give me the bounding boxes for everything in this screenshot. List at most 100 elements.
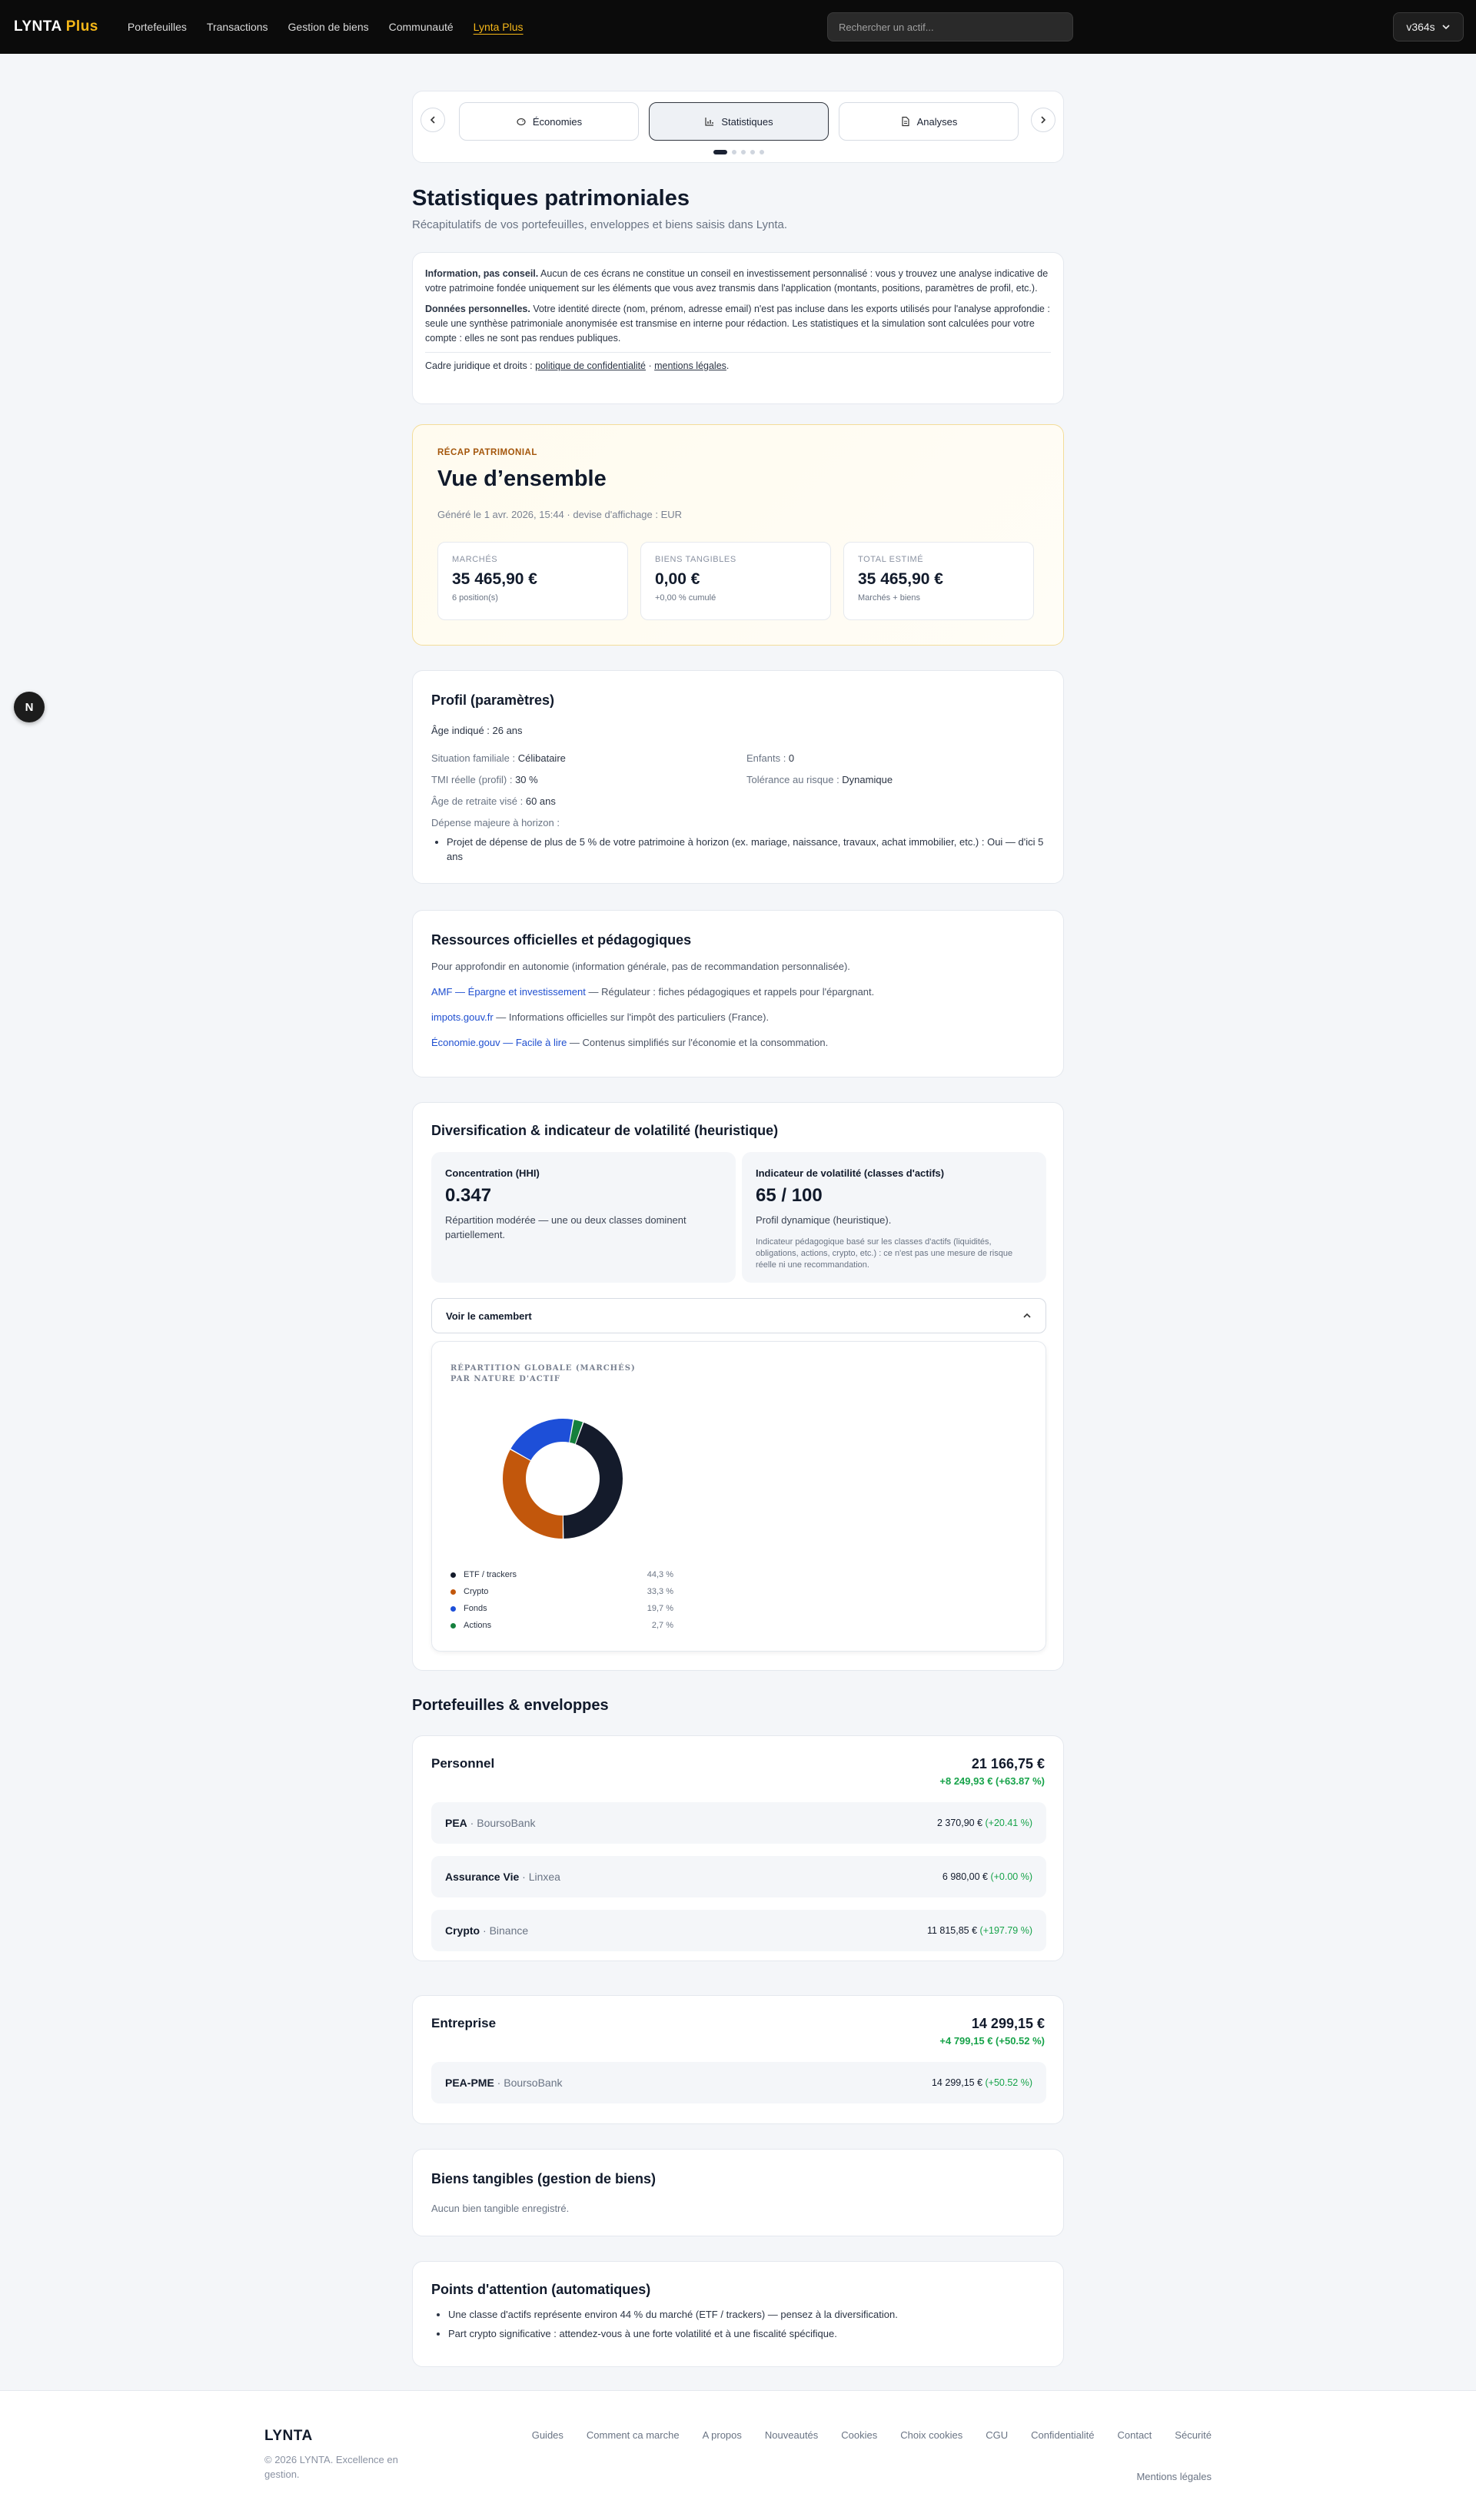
pie-chart-panel: RÉPARTITION GLOBALE (MARCHÉS) PAR NATURE… bbox=[431, 1341, 1046, 1652]
footer-link[interactable]: Confidentialité bbox=[1031, 2429, 1094, 2441]
kpi-marches: MARCHÉS 35 465,90 € 6 position(s) bbox=[437, 542, 628, 620]
footer-link[interactable]: CGU bbox=[986, 2429, 1008, 2441]
kpi-row: MARCHÉS 35 465,90 € 6 position(s) BIENS … bbox=[437, 542, 1034, 620]
carousel-dot[interactable] bbox=[732, 150, 736, 154]
nav-link-portefeuilles[interactable]: Portefeuilles bbox=[128, 21, 187, 33]
profile-title: Profil (paramètres) bbox=[431, 692, 555, 708]
economie-link[interactable]: Économie.gouv — Facile à lire bbox=[431, 1037, 567, 1048]
account-row-pea[interactable]: PEA · BoursoBank 2 370,90 € (+20.41 %) bbox=[431, 1802, 1046, 1844]
profile-tolerance: Tolérance au risque : Dynamique bbox=[746, 774, 893, 785]
chevron-down-icon bbox=[1442, 25, 1450, 30]
profile-retraite: Âge de retraite visé : 60 ans bbox=[431, 795, 556, 807]
diversification-card: Diversification & indicateur de volatili… bbox=[412, 1102, 1064, 1671]
footer-link[interactable]: Guides bbox=[532, 2429, 563, 2441]
carousel-next-button[interactable] bbox=[1031, 108, 1055, 132]
account-row-assurance-vie[interactable]: Assurance Vie · Linxea 6 980,00 € (+0.00… bbox=[431, 1856, 1046, 1897]
floating-n-badge[interactable]: N bbox=[14, 692, 45, 722]
legend-item: Crypto 33,3 % bbox=[450, 1583, 673, 1600]
pie-accordion-toggle[interactable]: Voir le camembert bbox=[431, 1298, 1046, 1333]
attention-item: Part crypto significative : attendez-vou… bbox=[448, 2328, 1045, 2339]
legend-swatch bbox=[450, 1572, 456, 1578]
piggy-bank-icon bbox=[517, 118, 526, 126]
group-gain: +4 799,15 € (+50.52 %) bbox=[939, 2035, 1045, 2047]
footer-link[interactable]: Nouveautés bbox=[765, 2429, 818, 2441]
group-total: 21 166,75 € bbox=[971, 1756, 1045, 1771]
footer-logo[interactable]: LYNTA bbox=[264, 2428, 313, 2445]
chart-title: RÉPARTITION GLOBALE (MARCHÉS) PAR NATURE… bbox=[450, 1364, 636, 1383]
bar-chart-icon bbox=[705, 118, 714, 126]
attention-points-card: Points d'attention (automatiques) Une cl… bbox=[412, 2261, 1064, 2367]
attention-title: Points d'attention (automatiques) bbox=[431, 2282, 651, 2297]
legal-links: Cadre juridique et droits : politique de… bbox=[425, 360, 730, 371]
legend-item: ETF / trackers 44,3 % bbox=[450, 1566, 673, 1583]
carousel-dots bbox=[413, 150, 1065, 154]
page-subtitle: Récapitulatifs de vos portefeuilles, env… bbox=[412, 218, 788, 231]
nav-link-gestion-biens[interactable]: Gestion de biens bbox=[288, 21, 369, 33]
account-row-crypto[interactable]: Crypto · Binance 11 815,85 € (+197.79 %) bbox=[431, 1910, 1046, 1951]
portfolio-group-personnel: Personnel 21 166,75 € +8 249,93 € (+63.8… bbox=[412, 1735, 1064, 1961]
recap-card: RÉCAP PATRIMONIAL Vue d’ensemble Généré … bbox=[412, 424, 1064, 646]
tab-analyses[interactable]: Analyses bbox=[839, 102, 1019, 141]
resource-amf: AMF — Épargne et investissement — Régula… bbox=[431, 986, 875, 998]
nav-link-transactions[interactable]: Transactions bbox=[207, 21, 268, 33]
impots-link[interactable]: impots.gouv.fr bbox=[431, 1011, 494, 1023]
legal-notice-link[interactable]: mentions légales bbox=[654, 360, 726, 371]
tab-carousel: Économies Statistiques Analyses bbox=[412, 91, 1064, 163]
profile-depense: Dépense majeure à horizon : Projet de dé… bbox=[431, 817, 1046, 864]
carousel-dot[interactable] bbox=[713, 150, 727, 154]
legend-item: Actions 2,7 % bbox=[450, 1617, 673, 1634]
tangible-empty: Aucun bien tangible enregistré. bbox=[431, 2203, 570, 2214]
footer: LYNTA © 2026 LYNTA. Excellence en gestio… bbox=[0, 2390, 1476, 2520]
nav-links: Portefeuilles Transactions Gestion de bi… bbox=[128, 21, 524, 33]
footer-link[interactable]: Cookies bbox=[841, 2429, 877, 2441]
disclaimer-advice: Information, pas conseil. Aucun de ces é… bbox=[425, 268, 1049, 294]
profile-card: Profil (paramètres) Âge indiqué : 26 ans… bbox=[412, 670, 1064, 884]
portfolios-title: Portefeuilles & enveloppes bbox=[412, 1697, 609, 1714]
footer-link[interactable]: Choix cookies bbox=[900, 2429, 962, 2441]
carousel-dot[interactable] bbox=[750, 150, 755, 154]
nav-link-communaute[interactable]: Communauté bbox=[389, 21, 454, 33]
volatility-indicator: Indicateur de volatilité (classes d'acti… bbox=[742, 1152, 1046, 1283]
group-total: 14 299,15 € bbox=[971, 2016, 1045, 2031]
kpi-biens-tangibles: BIENS TANGIBLES 0,00 € +0,00 % cumulé bbox=[640, 542, 831, 620]
portfolio-group-entreprise: Entreprise 14 299,15 € +4 799,15 € (+50.… bbox=[412, 1995, 1064, 2124]
footer-link[interactable]: A propos bbox=[703, 2429, 742, 2441]
resource-economie: Économie.gouv — Facile à lire — Contenus… bbox=[431, 1037, 829, 1048]
tangible-title: Biens tangibles (gestion de biens) bbox=[431, 2171, 657, 2186]
footer-legal-link[interactable]: Mentions légales bbox=[1136, 2471, 1212, 2482]
profile-situation: Situation familiale : Célibataire bbox=[431, 752, 566, 764]
nav-link-lynta-plus[interactable]: Lynta Plus bbox=[474, 21, 524, 33]
chevron-right-icon bbox=[1041, 116, 1046, 124]
pie-slice bbox=[503, 1449, 563, 1539]
group-gain: +8 249,93 € (+63.87 %) bbox=[939, 1775, 1045, 1787]
document-icon bbox=[902, 116, 909, 127]
tangible-assets-card: Biens tangibles (gestion de biens) Aucun… bbox=[412, 2149, 1064, 2236]
account-row-pea-pme[interactable]: PEA-PME · BoursoBank 14 299,15 € (+50.52… bbox=[431, 2062, 1046, 2103]
carousel-dot[interactable] bbox=[741, 150, 746, 154]
disclaimer-card: Information, pas conseil. Aucun de ces é… bbox=[412, 252, 1064, 404]
footer-copyright: © 2026 LYNTA. Excellence en gestion. bbox=[264, 2454, 398, 2480]
chart-legend: ETF / trackers 44,3 % Crypto 33,3 % Fonds 1… bbox=[450, 1566, 673, 1634]
footer-link[interactable]: Comment ca marche bbox=[587, 2429, 680, 2441]
attention-item: Une classe d'actifs représente environ 4… bbox=[448, 2309, 1045, 2320]
footer-link[interactable]: Sécurité bbox=[1175, 2429, 1212, 2441]
footer-link[interactable]: Contact bbox=[1117, 2429, 1152, 2441]
resource-impots: impots.gouv.fr — Informations officielle… bbox=[431, 1011, 770, 1023]
kpi-total-estime: TOTAL ESTIMÉ 35 465,90 € Marchés + biens bbox=[843, 542, 1034, 620]
tab-economies[interactable]: Économies bbox=[459, 102, 639, 141]
disclaimer-privacy: Données personnelles. Votre identité dir… bbox=[425, 304, 1050, 344]
user-menu-button[interactable]: v364s bbox=[1393, 12, 1464, 42]
profile-depense-item: Projet de dépense de plus de 5 % de votr… bbox=[447, 835, 1046, 864]
resources-title: Ressources officielles et pédagogiques bbox=[431, 932, 692, 948]
carousel-prev-button[interactable] bbox=[421, 108, 445, 132]
tab-statistiques[interactable]: Statistiques bbox=[649, 102, 829, 141]
footer-links: Guides Comment ca marche A propos Nouvea… bbox=[532, 2429, 1212, 2441]
donut-chart bbox=[503, 1419, 623, 1539]
amf-link[interactable]: AMF — Épargne et investissement bbox=[431, 986, 586, 998]
carousel-dot[interactable] bbox=[760, 150, 764, 154]
app-logo[interactable]: LYNTA Plus bbox=[14, 18, 98, 35]
search-input[interactable] bbox=[827, 12, 1073, 42]
privacy-policy-link[interactable]: politique de confidentialité bbox=[535, 360, 646, 371]
pie-slice bbox=[510, 1419, 573, 1461]
profile-tmi: TMI réelle (profil) : 30 % bbox=[431, 774, 538, 785]
